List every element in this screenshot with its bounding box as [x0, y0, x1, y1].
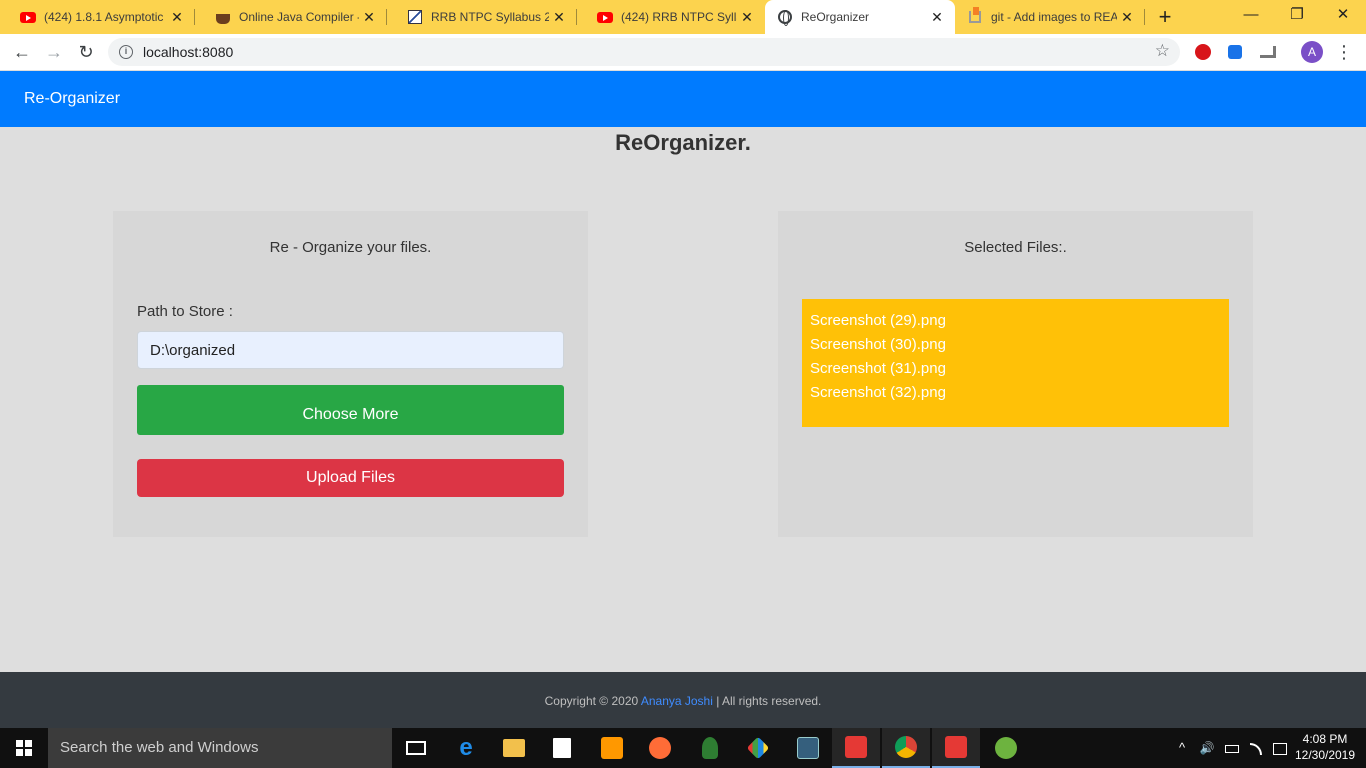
browser-tab[interactable]: Online Java Compiler - O ✕ — [195, 0, 387, 34]
close-tab-icon[interactable]: ✕ — [927, 9, 947, 26]
store-icon[interactable] — [538, 728, 586, 768]
close-tab-icon[interactable]: ✕ — [167, 9, 187, 26]
browser-menu-icon[interactable]: ⋮ — [1334, 38, 1354, 66]
task-view-icon[interactable] — [392, 728, 440, 768]
selected-files-list: Screenshot (29).png Screenshot (30).png … — [802, 299, 1229, 427]
windows-taskbar: Search the web and Windows e ^ 🔊 4:08 PM… — [0, 728, 1366, 768]
battery-icon[interactable] — [1222, 728, 1242, 768]
close-tab-icon[interactable]: ✕ — [737, 9, 757, 26]
postman-icon[interactable] — [636, 728, 684, 768]
address-bar[interactable]: i localhost:8080 ☆ — [108, 38, 1180, 66]
volume-icon[interactable]: 🔊 — [1196, 728, 1218, 768]
page-title: ReOrganizer. — [615, 130, 751, 155]
path-label: Path to Store : — [137, 303, 233, 320]
notifications-icon[interactable] — [1270, 728, 1290, 768]
file-explorer-icon[interactable] — [490, 728, 538, 768]
upload-files-button[interactable]: Upload Files — [137, 459, 564, 497]
forward-button[interactable]: → — [40, 38, 68, 66]
youtube-icon — [20, 9, 36, 25]
mysql-workbench-icon[interactable] — [784, 728, 832, 768]
tab-title: (424) 1.8.1 Asymptotic N — [44, 10, 167, 24]
adblock-extension-icon[interactable] — [1193, 42, 1213, 62]
git-tool-icon[interactable] — [734, 728, 782, 768]
anydesk-icon[interactable] — [832, 728, 880, 768]
bookmark-star-icon[interactable]: ☆ — [1155, 41, 1170, 61]
maximize-button[interactable]: ❐ — [1274, 0, 1320, 30]
author-link[interactable]: Ananya Joshi — [641, 694, 713, 708]
selected-files-panel: Selected Files:. Screenshot (29).png Scr… — [778, 211, 1253, 537]
info-icon[interactable]: i — [119, 45, 133, 59]
choose-more-button[interactable]: Choose More — [137, 385, 564, 435]
stackoverflow-icon — [967, 7, 983, 25]
close-tab-icon[interactable]: ✕ — [359, 9, 379, 26]
spring-tool-icon[interactable] — [982, 728, 1030, 768]
path-input[interactable] — [137, 331, 564, 369]
wifi-icon[interactable] — [1246, 728, 1266, 768]
browser-tab[interactable]: git - Add images to REA ✕ — [955, 0, 1145, 34]
analytics-extension-icon[interactable] — [1258, 42, 1278, 62]
java-icon — [215, 9, 231, 25]
list-item: Screenshot (29).png — [810, 312, 946, 329]
start-button[interactable] — [0, 728, 48, 768]
copyright-prefix: Copyright © 2020 — [544, 694, 641, 708]
close-tab-icon[interactable]: ✕ — [1117, 9, 1137, 26]
list-item: Screenshot (31).png — [810, 360, 946, 377]
copyright-suffix: | All rights reserved. — [712, 694, 822, 708]
chrome-icon[interactable] — [882, 728, 930, 768]
flag-icon — [407, 9, 423, 25]
windows-logo-icon — [16, 740, 32, 756]
upload-panel-heading: Re - Organize your files. — [269, 239, 432, 256]
tab-title: RRB NTPC Syllabus 2019 — [431, 10, 549, 24]
youtube-icon — [597, 9, 613, 25]
close-tab-icon[interactable]: ✕ — [549, 9, 569, 26]
taskbar-clock[interactable]: 4:08 PM 12/30/2019 — [1292, 731, 1358, 763]
upload-panel: Re - Organize your files. Path to Store … — [113, 211, 588, 537]
minimize-button[interactable]: — — [1228, 0, 1274, 30]
tab-title: (424) RRB NTPC Syllabus — [621, 10, 737, 24]
sublime-text-icon[interactable] — [588, 728, 636, 768]
tab-title: Online Java Compiler - O — [239, 10, 359, 24]
reload-button[interactable]: ↻ — [72, 38, 100, 66]
navbar-brand[interactable]: Re-Organizer — [24, 90, 120, 108]
app-navbar: Re-Organizer — [0, 71, 1366, 127]
anydesk-icon-2[interactable] — [932, 728, 980, 768]
browser-tab-strip: (424) 1.8.1 Asymptotic N ✕ Online Java C… — [0, 0, 1366, 34]
tab-title: ReOrganizer — [801, 10, 870, 24]
browser-tab[interactable]: RRB NTPC Syllabus 2019 ✕ — [387, 0, 577, 34]
page-footer: Copyright © 2020 Ananya Joshi | All righ… — [0, 672, 1366, 728]
globe-icon — [777, 9, 793, 26]
rocket-app-icon[interactable] — [686, 728, 734, 768]
browser-tab[interactable]: (424) RRB NTPC Syllabus ✕ — [577, 0, 765, 34]
browser-tab-active[interactable]: ReOrganizer ✕ — [765, 0, 955, 34]
profile-avatar[interactable]: A — [1301, 41, 1323, 63]
new-tab-button[interactable]: + — [1152, 4, 1178, 30]
extensions-puzzle-icon[interactable] — [1225, 42, 1245, 62]
browser-tab[interactable]: (424) 1.8.1 Asymptotic N ✕ — [0, 0, 195, 34]
selected-files-heading: Selected Files:. — [964, 239, 1067, 256]
tab-title: git - Add images to REA — [991, 10, 1117, 24]
clock-time: 4:08 PM — [1302, 732, 1348, 746]
browser-toolbar: ← → ↻ i localhost:8080 ☆ A ⋮ — [0, 34, 1366, 71]
list-item: Screenshot (32).png — [810, 384, 946, 401]
url-text[interactable]: localhost:8080 — [143, 44, 233, 60]
tray-overflow-icon[interactable]: ^ — [1172, 728, 1192, 768]
copyright-text: Copyright © 2020 Ananya Joshi | All righ… — [0, 694, 1366, 708]
taskbar-search-box[interactable]: Search the web and Windows — [48, 728, 392, 768]
edge-icon[interactable]: e — [442, 728, 490, 768]
list-item: Screenshot (30).png — [810, 336, 946, 353]
back-button[interactable]: ← — [8, 38, 36, 66]
close-window-button[interactable]: ✕ — [1320, 0, 1366, 30]
clock-date: 12/30/2019 — [1294, 748, 1356, 762]
